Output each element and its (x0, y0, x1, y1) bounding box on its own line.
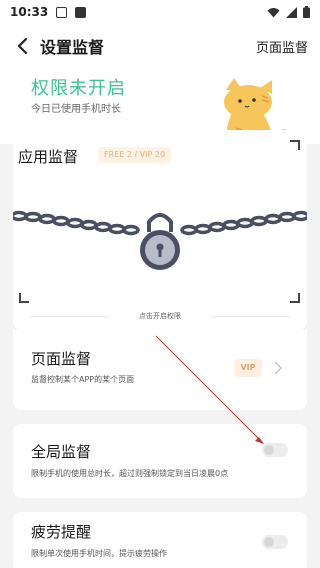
page-monitor-title: 页面监督 (31, 350, 92, 368)
global-monitor-title: 全局监督 (31, 443, 92, 461)
fatigue-reminder-title: 疲劳提醒 (31, 523, 92, 541)
status-icons (267, 6, 310, 18)
toggle-knob (264, 445, 274, 455)
global-monitor-toggle[interactable] (262, 443, 288, 457)
wifi-icon (267, 7, 280, 17)
frame-corner-bottom-right (290, 293, 300, 303)
nav-bar: 设置监督 页面监督 (0, 24, 320, 68)
app-monitor-title: 应用监督 (18, 148, 79, 166)
back-arrow-icon (17, 38, 28, 54)
signal-icon (286, 6, 297, 18)
global-monitor-subtitle: 限制手机的使用总时长，超过则强制锁定到当日凌晨0点 (31, 469, 229, 478)
permission-status-title: 权限未开启 (31, 78, 126, 99)
battery-icon (303, 6, 310, 18)
fatigue-reminder-subtitle: 限制单次使用手机时间，提示疲劳操作 (31, 549, 167, 558)
a-icon (75, 6, 87, 18)
toggle-knob (264, 537, 274, 547)
image-icon (56, 6, 68, 18)
status-time: 10:33 (10, 5, 49, 19)
page-monitor-subtitle: 监督控制某个APP的某个页面 (31, 375, 135, 384)
page-title: 设置监督 (40, 38, 105, 57)
status-bar: 10:33 (0, 0, 320, 24)
chain-lock-illustration (13, 210, 307, 270)
chevron-right-icon (274, 361, 283, 375)
padlock-icon (140, 213, 180, 270)
page-monitor-link[interactable]: 页面监督 (256, 37, 308, 56)
frame-corner-top-right (290, 140, 300, 150)
fatigue-reminder-toggle[interactable] (262, 535, 288, 549)
quota-badge: FREE 2 / VIP 20 (98, 147, 172, 163)
vip-badge: VIP (234, 359, 262, 377)
page-monitor-card[interactable] (13, 330, 307, 410)
back-button[interactable] (12, 35, 34, 57)
usage-subtitle: 今日已使用手机时长 (31, 104, 121, 115)
frame-corner-bottom-left (19, 293, 29, 303)
enable-permission-link[interactable]: 点击开启权限 (0, 311, 320, 321)
